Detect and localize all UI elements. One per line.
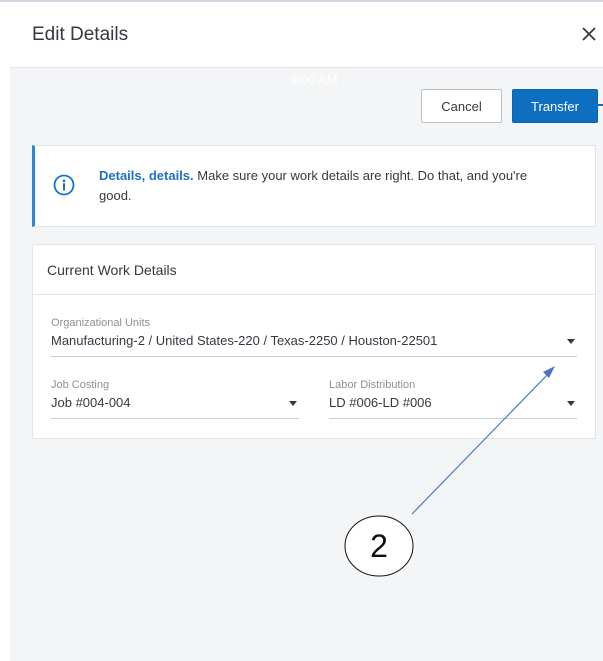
info-icon bbox=[53, 174, 75, 196]
job-costing-value: Job #004-004 bbox=[51, 395, 131, 410]
org-units-field: Organizational Units Manufacturing-2 / U… bbox=[51, 317, 577, 357]
info-message: Details, details. Make sure your work de… bbox=[99, 166, 559, 206]
status-time: 9:00 AM bbox=[290, 72, 338, 87]
org-units-label: Organizational Units bbox=[51, 317, 151, 329]
dialog-header: Edit Details bbox=[10, 2, 603, 68]
caret-down-icon bbox=[567, 339, 575, 344]
transfer-button[interactable]: Transfer bbox=[512, 89, 598, 123]
info-heading: Details, details. bbox=[99, 168, 194, 183]
cancel-button[interactable]: Cancel bbox=[421, 89, 502, 123]
org-units-value: Manufacturing-2 / United States-220 / Te… bbox=[51, 333, 438, 348]
labor-distribution-select[interactable]: LD #006-LD #006 bbox=[329, 395, 577, 419]
transfer-button-edge bbox=[598, 104, 603, 106]
dialog-title: Edit Details bbox=[32, 23, 129, 45]
job-costing-field: Job Costing Job #004-004 bbox=[51, 379, 299, 419]
info-banner: Details, details. Make sure your work de… bbox=[32, 145, 596, 227]
caret-down-icon bbox=[567, 401, 575, 406]
current-work-details-card: Current Work Details Organizational Unit… bbox=[32, 244, 596, 439]
job-costing-label: Job Costing bbox=[51, 379, 110, 391]
labor-distribution-label: Labor Distribution bbox=[329, 379, 416, 391]
close-icon[interactable] bbox=[579, 24, 599, 44]
org-units-select[interactable]: Manufacturing-2 / United States-220 / Te… bbox=[51, 333, 577, 357]
card-title: Current Work Details bbox=[33, 245, 595, 295]
labor-distribution-value: LD #006-LD #006 bbox=[329, 395, 432, 410]
callout-number: 2 bbox=[370, 527, 388, 564]
caret-down-icon bbox=[289, 401, 297, 406]
labor-distribution-field: Labor Distribution LD #006-LD #006 bbox=[329, 379, 577, 419]
job-costing-select[interactable]: Job #004-004 bbox=[51, 395, 299, 419]
